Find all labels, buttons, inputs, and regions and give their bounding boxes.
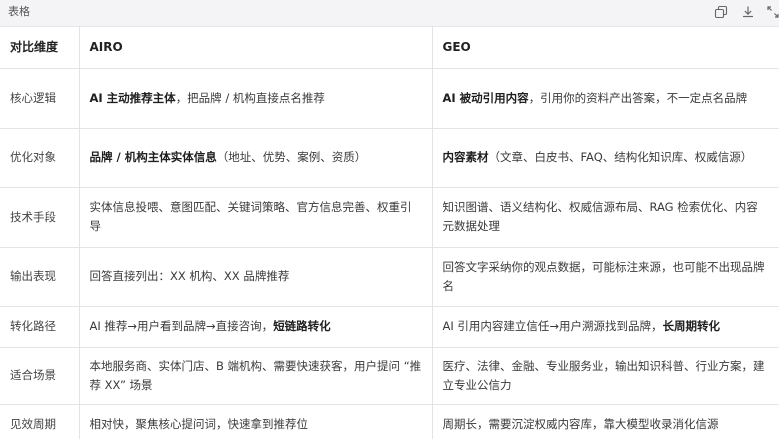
table-row: 技术手段 实体信息投喂、意图匹配、关键词策略、官方信息完善、权重引导 知识图谱、… — [0, 187, 779, 248]
table-row: 适合场景 本地服务商、实体门店、B 端机构、需要快速获客，用户提问 “推荐 XX… — [0, 347, 779, 405]
geo-cell-bold: 内容素材 — [442, 150, 489, 164]
airo-cell: AI 主动推荐主体，把品牌 / 机构直接点名推荐 — [79, 68, 433, 129]
airo-cell: 相对快，聚焦核心提问词，快速拿到推荐位 — [79, 404, 433, 439]
row-dimension: 输出表现 — [0, 247, 80, 307]
row-dimension: 技术手段 — [0, 187, 80, 248]
airo-cell-bold: AI 主动推荐主体 — [89, 90, 176, 105]
header-airo: AIRO — [79, 27, 433, 69]
row-dimension: 优化对象 — [0, 128, 80, 188]
table-row: 核心逻辑 AI 主动推荐主体，把品牌 / 机构直接点名推荐 AI 被动引用内容，… — [0, 68, 779, 129]
geo-cell: AI 被动引用内容，引用你的资料产出答案，不一定点名品牌 — [432, 68, 779, 129]
copy-icon[interactable] — [714, 5, 728, 19]
airo-cell-bold: 短链路转化 — [273, 319, 331, 333]
table-toolbar: 表格 — [0, 0, 779, 27]
airo-cell: 实体信息投喂、意图匹配、关键词策略、官方信息完善、权重引导 — [79, 187, 433, 248]
airo-cell: 本地服务商、实体门店、B 端机构、需要快速获客，用户提问 “推荐 XX” 场景 — [79, 347, 433, 405]
row-dimension: 核心逻辑 — [0, 68, 80, 129]
table-panel: 表格 对比维度 AIRO GEO 核心逻辑 AI 主动推荐主体，把品牌 / 机构… — [0, 0, 779, 439]
airo-cell-text: （地址、优势、案例、资质） — [216, 150, 367, 164]
geo-cell-text: 知识图谱、语义结构化、权威信源布局、RAG 检索优化、内容元数据处理 — [442, 200, 758, 233]
geo-cell-text: （文章、白皮书、FAQ、结构化知识库、权威信源） — [488, 150, 753, 164]
geo-cell: 知识图谱、语义结构化、权威信源布局、RAG 检索优化、内容元数据处理 — [432, 187, 779, 248]
airo-cell-text: 本地服务商、实体门店、B 端机构、需要快速获客，用户提问 “推荐 XX” 场景 — [89, 358, 422, 392]
airo-cell-bold: 品牌 / 机构主体实体信息 — [89, 150, 217, 164]
geo-cell-text: ，引用你的资料产出答案，不一定点名品牌 — [528, 90, 748, 105]
header-geo: GEO — [432, 27, 779, 69]
table-row: 转化路径 AI 推荐→用户看到品牌→直接咨询，短链路转化 AI 引用内容建立信任… — [0, 306, 779, 348]
table-row: 见效周期 相对快，聚焦核心提问词，快速拿到推荐位 周期长，需要沉淀权威内容库，靠… — [0, 404, 779, 439]
table-row: 优化对象 品牌 / 机构主体实体信息（地址、优势、案例、资质） 内容素材（文章、… — [0, 128, 779, 188]
comparison-table: 对比维度 AIRO GEO 核心逻辑 AI 主动推荐主体，把品牌 / 机构直接点… — [0, 27, 779, 439]
row-dimension: 见效周期 — [0, 404, 80, 439]
airo-cell-text: AI 推荐→用户看到品牌→直接咨询， — [89, 319, 274, 333]
airo-cell-text: ，把品牌 / 机构直接点名推荐 — [175, 90, 325, 105]
airo-cell-text: 回答直接列出：XX 机构、XX 品牌推荐 — [89, 269, 290, 283]
geo-cell: 回答文字采纳你的观点数据，可能标注来源，也可能不出现品牌名 — [432, 247, 779, 307]
geo-cell-text: 周期长，需要沉淀权威内容库，靠大模型收录消化信源 — [442, 416, 719, 431]
geo-cell-bold: 长周期转化 — [662, 319, 721, 333]
download-icon[interactable] — [741, 5, 755, 19]
airo-cell-text: 实体信息投喂、意图匹配、关键词策略、官方信息完善、权重引导 — [89, 200, 412, 233]
geo-cell: 周期长，需要沉淀权威内容库，靠大模型收录消化信源 — [432, 404, 779, 439]
geo-cell: 内容素材（文章、白皮书、FAQ、结构化知识库、权威信源） — [432, 128, 779, 188]
geo-cell: 医疗、法律、金融、专业服务业，输出知识科普、行业方案，建立专业公信力 — [432, 347, 779, 405]
geo-cell-text: AI 引用内容建立信任→用户溯源找到品牌， — [442, 319, 663, 333]
toolbar-title: 表格 — [8, 5, 30, 18]
airo-cell: 回答直接列出：XX 机构、XX 品牌推荐 — [79, 247, 433, 307]
header-dimension: 对比维度 — [0, 27, 80, 69]
geo-cell-text: 医疗、法律、金融、专业服务业，输出知识科普、行业方案，建立专业公信力 — [442, 358, 765, 392]
airo-cell-text: 相对快，聚焦核心提问词，快速拿到推荐位 — [89, 416, 309, 431]
airo-cell: AI 推荐→用户看到品牌→直接咨询，短链路转化 — [79, 306, 433, 348]
row-dimension: 适合场景 — [0, 347, 80, 405]
geo-cell-text: 回答文字采纳你的观点数据，可能标注来源，也可能不出现品牌名 — [442, 259, 765, 293]
expand-icon[interactable] — [766, 5, 779, 19]
geo-cell: AI 引用内容建立信任→用户溯源找到品牌，长周期转化 — [432, 306, 779, 348]
geo-cell-bold: AI 被动引用内容 — [442, 90, 529, 105]
table-header-row: 对比维度 AIRO GEO — [0, 27, 779, 69]
table-row: 输出表现 回答直接列出：XX 机构、XX 品牌推荐 回答文字采纳你的观点数据，可… — [0, 247, 779, 307]
airo-cell: 品牌 / 机构主体实体信息（地址、优势、案例、资质） — [79, 128, 433, 188]
row-dimension: 转化路径 — [0, 306, 80, 348]
